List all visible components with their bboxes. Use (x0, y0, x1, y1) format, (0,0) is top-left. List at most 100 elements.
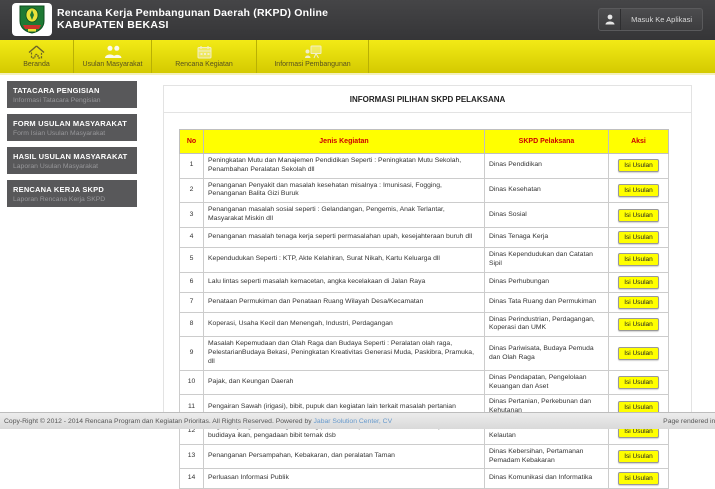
table-row: 5 Kependudukan Seperti : KTP, Akte Kelah… (180, 247, 669, 272)
main-nav: Beranda Usulan Masyarakat Rencana Kegiat… (0, 40, 715, 75)
isi-usulan-button[interactable]: Isi Usulan (618, 347, 659, 360)
app-title: Rencana Kerja Pembangunan Daerah (RKPD) … (57, 7, 328, 19)
footer-link[interactable]: Jabar Solution Center, CV (314, 418, 393, 425)
users-icon (104, 45, 122, 59)
sidebar-item-hasil-usulan-masyarakat[interactable]: HASIL USULAN MASYARAKAT Laporan Usulan M… (7, 147, 137, 174)
sidebar-item-title: TATACARA PENGISIAN (13, 86, 131, 95)
cell-skpd: Dinas Pariwisata, Budaya Pemuda dan Olah… (485, 337, 609, 370)
cell-no: 5 (180, 247, 204, 272)
isi-usulan-button[interactable]: Isi Usulan (618, 296, 659, 309)
table-row: 3 Penanganan masalah sosial seperti : Ge… (180, 203, 669, 228)
home-icon (28, 45, 45, 59)
nav-item-beranda[interactable]: Beranda (0, 40, 74, 73)
cell-no: 14 (180, 469, 204, 489)
table-row: 6 Lalu lintas seperti masalah kemacetan,… (180, 272, 669, 292)
nav-item-usulan-masyarakat[interactable]: Usulan Masyarakat (74, 40, 152, 73)
cell-kegiatan: Penanganan masalah tenaga kerja seperti … (204, 227, 485, 247)
col-header-aksi: Aksi (609, 130, 669, 154)
isi-usulan-button[interactable]: Isi Usulan (618, 184, 659, 197)
cell-skpd: Dinas Kesehatan (485, 178, 609, 203)
table-header-row: No Jenis Kegiatan SKPD Pelaksana Aksi (180, 130, 669, 154)
cell-kegiatan: Pajak, dan Keungan Daerah (204, 370, 485, 395)
cell-skpd: Dinas Sosial (485, 203, 609, 228)
cell-skpd: Dinas Kebersihan, Pertamanan Pemadam Keb… (485, 444, 609, 469)
table-row: 2 Penanganan Penyakit dan masalah keseha… (180, 178, 669, 203)
cell-no: 1 (180, 154, 204, 179)
cell-kegiatan: Penanganan Penyakit dan masalah kesehata… (204, 178, 485, 203)
cell-skpd: Dinas Komunikasi dan Informatika (485, 469, 609, 489)
cell-kegiatan: Kependudukan Seperti : KTP, Akte Kelahir… (204, 247, 485, 272)
cell-skpd: Dinas Kependudukan dan Catatan Sipil (485, 247, 609, 272)
cell-kegiatan: Penataan Permukiman dan Penataan Ruang W… (204, 292, 485, 312)
sidebar-item-title: FORM USULAN MASYARAKAT (13, 119, 131, 128)
app-title-block: Rencana Kerja Pembangunan Daerah (RKPD) … (57, 7, 328, 31)
presentation-icon (304, 45, 322, 59)
sidebar-item-title: RENCANA KERJA SKPD (13, 185, 131, 194)
col-header-skpd-pelaksana: SKPD Pelaksana (485, 130, 609, 154)
isi-usulan-button[interactable]: Isi Usulan (618, 159, 659, 172)
col-header-jenis-kegiatan: Jenis Kegiatan (204, 130, 485, 154)
sidebar-item-subtitle: Form Isian Usulan Masyarakat (13, 130, 131, 137)
table-row: 8 Koperasi, Usaha Kecil dan Menengah, In… (180, 312, 669, 337)
sidebar-item-subtitle: Laporan Usulan Masyarakat (13, 163, 131, 170)
cell-skpd: Dinas Pendidikan (485, 154, 609, 179)
col-header-no: No (180, 130, 204, 154)
sidebar-item-title: HASIL USULAN MASYARAKAT (13, 152, 131, 161)
table-row: 14 Perluasan Informasi Publik Dinas Komu… (180, 469, 669, 489)
cell-skpd: Dinas Tata Ruang dan Permukiman (485, 292, 609, 312)
isi-usulan-button[interactable]: Isi Usulan (618, 450, 659, 463)
cell-no: 4 (180, 227, 204, 247)
nav-label-informasi-pembangunan: Informasi Pembangunan (274, 61, 350, 68)
isi-usulan-button[interactable]: Isi Usulan (618, 376, 659, 389)
copyright-prefix: Copy-Right © 2012 - 2014 Rencana Program… (4, 418, 314, 425)
table-row: 4 Penanganan masalah tenaga kerja sepert… (180, 227, 669, 247)
sidebar-item-tatacara-pengisian[interactable]: TATACARA PENGISIAN Informasi Tatacara Pe… (7, 81, 137, 108)
cell-skpd: Dinas Tenaga Kerja (485, 227, 609, 247)
cell-kegiatan: Peningkatan Mutu dan Manajemen Pendidika… (204, 154, 485, 179)
cell-skpd: Dinas Pendapatan, Pengelolaan Keuangan d… (485, 370, 609, 395)
table-row: 1 Peningkatan Mutu dan Manajemen Pendidi… (180, 154, 669, 179)
cell-kegiatan: Penanganan Persampahan, Kebakaran, dan p… (204, 444, 485, 469)
app-subtitle: KABUPATEN BEKASI (57, 19, 328, 31)
isi-usulan-button[interactable]: Isi Usulan (618, 472, 659, 485)
cell-aksi: Isi Usulan (609, 312, 669, 337)
nav-label-usulan-masyarakat: Usulan Masyarakat (83, 61, 143, 68)
sidebar: TATACARA PENGISIAN Informasi Tatacara Pe… (7, 81, 137, 213)
cell-aksi: Isi Usulan (609, 272, 669, 292)
cell-aksi: Isi Usulan (609, 178, 669, 203)
table-wrap: No Jenis Kegiatan SKPD Pelaksana Aksi 1 … (179, 129, 691, 489)
cell-skpd: Dinas Perindustrian, Perdagangan, Kopera… (485, 312, 609, 337)
isi-usulan-button[interactable]: Isi Usulan (618, 209, 659, 222)
cell-aksi: Isi Usulan (609, 337, 669, 370)
copyright-text: Copy-Right © 2012 - 2014 Rencana Program… (4, 418, 392, 425)
isi-usulan-button[interactable]: Isi Usulan (618, 231, 659, 244)
render-time-text: Page rendered in 0 (663, 418, 715, 425)
panel-title: INFORMASI PILIHAN SKPD PELAKSANA (164, 86, 691, 113)
cell-aksi: Isi Usulan (609, 292, 669, 312)
isi-usulan-button[interactable]: Isi Usulan (618, 253, 659, 266)
cell-no: 9 (180, 337, 204, 370)
cell-no: 7 (180, 292, 204, 312)
sidebar-item-form-usulan-masyarakat[interactable]: FORM USULAN MASYARAKAT Form Isian Usulan… (7, 114, 137, 141)
nav-item-rencana-kegiatan[interactable]: Rencana Kegiatan (152, 40, 257, 73)
cell-no: 2 (180, 178, 204, 203)
login-button[interactable]: Masuk Ke Aplikasi (598, 8, 703, 31)
user-icon (599, 9, 621, 30)
isi-usulan-button[interactable]: Isi Usulan (618, 276, 659, 289)
nav-item-informasi-pembangunan[interactable]: Informasi Pembangunan (257, 40, 369, 73)
calendar-icon (197, 45, 212, 59)
cell-kegiatan: Lalu lintas seperti masalah kemacetan, a… (204, 272, 485, 292)
sidebar-item-rencana-kerja-skpd[interactable]: RENCANA KERJA SKPD Laporan Rencana Kerja… (7, 180, 137, 207)
cell-no: 10 (180, 370, 204, 395)
cell-kegiatan: Penanganan masalah sosial seperti : Gela… (204, 203, 485, 228)
cell-no: 3 (180, 203, 204, 228)
bekasi-logo (12, 3, 52, 36)
table-row: 13 Penanganan Persampahan, Kebakaran, da… (180, 444, 669, 469)
sidebar-item-subtitle: Laporan Rencana Kerja SKPD (13, 196, 131, 203)
main-panel: INFORMASI PILIHAN SKPD PELAKSANA No Jeni… (163, 85, 692, 413)
isi-usulan-button[interactable]: Isi Usulan (618, 318, 659, 331)
cell-aksi: Isi Usulan (609, 469, 669, 489)
table-row: 9 Masalah Kepemudaan dan Olah Raga dan B… (180, 337, 669, 370)
cell-kegiatan: Masalah Kepemudaan dan Olah Raga dan Bud… (204, 337, 485, 370)
cell-no: 13 (180, 444, 204, 469)
